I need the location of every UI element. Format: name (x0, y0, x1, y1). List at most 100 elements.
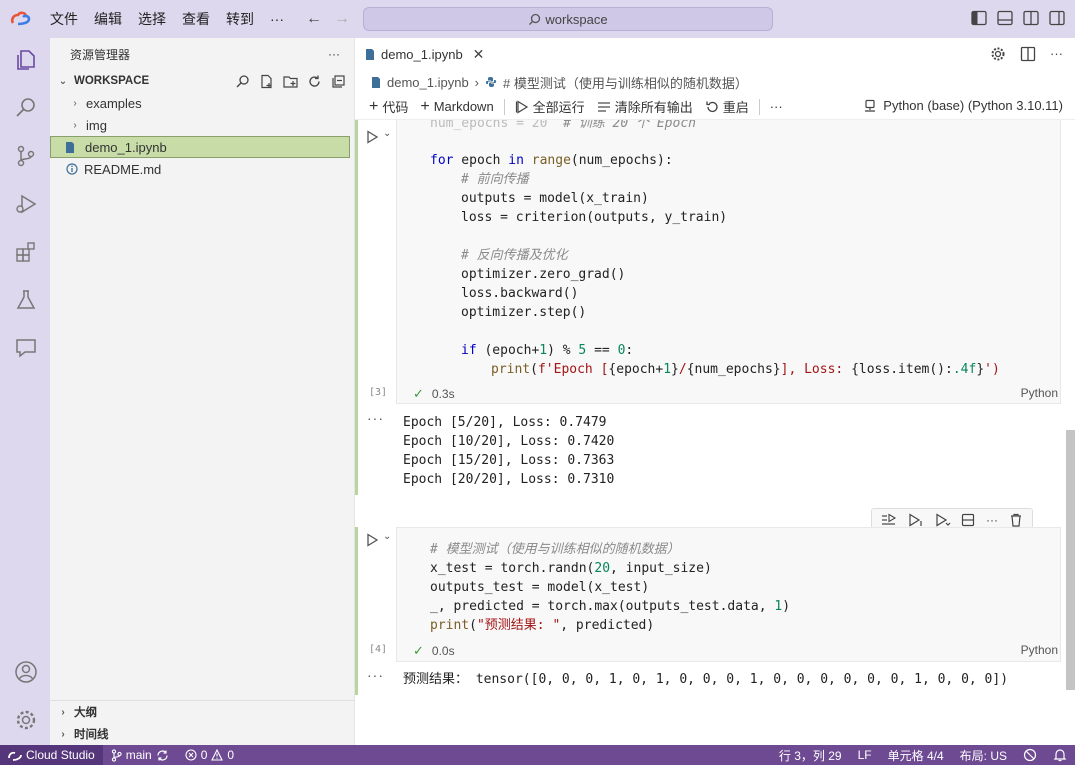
title-bar: 文件 编辑 选择 查看 转到 ··· ← → workspace (0, 0, 1075, 38)
toolbar-more-button[interactable]: ··· (764, 99, 789, 114)
output-more-button[interactable]: ··· (367, 667, 384, 683)
branch-indicator[interactable]: main (103, 748, 177, 762)
problems-indicator[interactable]: 0 0 (177, 748, 242, 762)
toolbar-more-label: ··· (769, 99, 783, 114)
notifications-bell-icon[interactable] (1045, 748, 1075, 762)
add-code-cell-button[interactable]: + 代码 (363, 97, 414, 116)
menu-go[interactable]: 转到 (218, 0, 262, 38)
output-line: 预测结果： tensor([0, 0, 0, 1, 0, 1, 0, 0, 0,… (403, 672, 1009, 687)
branch-name: main (125, 748, 152, 762)
tab-demo-notebook[interactable]: demo_1.ipynb ✕ (355, 38, 494, 70)
clear-outputs-button[interactable]: 清除所有输出 (591, 97, 699, 116)
explorer-more-button[interactable]: ··· (328, 47, 340, 61)
toolbar-divider (758, 98, 760, 115)
output-more-button[interactable]: ··· (367, 410, 384, 426)
new-folder-icon[interactable] (282, 73, 298, 89)
workspace-section-header[interactable]: ⌄ WORKSPACE (50, 70, 354, 92)
plus-icon: + (369, 97, 379, 115)
run-cell-icon[interactable] (365, 130, 379, 144)
run-cell-below-icon[interactable] (935, 513, 951, 527)
new-file-icon[interactable] (258, 73, 274, 89)
more-actions-button[interactable]: ··· (1050, 46, 1063, 62)
command-center-search[interactable]: workspace (363, 7, 773, 31)
split-cell-icon[interactable] (961, 513, 975, 527)
chat-icon[interactable] (12, 334, 40, 362)
tree-item-demo-notebook[interactable]: demo_1.ipynb (50, 136, 350, 158)
outline-label: 大纲 (74, 707, 97, 719)
remote-indicator[interactable]: Cloud Studio (0, 745, 103, 765)
run-cell-icon[interactable] (365, 533, 379, 547)
add-markdown-cell-button[interactable]: + Markdown (414, 98, 499, 116)
explorer-header: 资源管理器 ··· (50, 38, 354, 70)
menu-more[interactable]: ··· (262, 0, 292, 38)
cell-more-button[interactable]: ··· (986, 513, 998, 527)
breadcrumb-file[interactable]: demo_1.ipynb (387, 75, 469, 90)
kernel-label: Python (base) (Python 3.10.11) (883, 98, 1063, 113)
refresh-icon[interactable] (306, 73, 322, 89)
toggle-secondary-sidebar-icon[interactable] (1023, 10, 1039, 26)
copilot-icon[interactable] (1015, 748, 1045, 762)
cell-focus-indicator (355, 120, 358, 410)
search-view-icon[interactable] (12, 94, 40, 122)
settings-gear-icon[interactable] (12, 706, 40, 734)
search-files-icon[interactable] (234, 73, 250, 89)
forward-arrow-icon[interactable]: → (334, 10, 350, 28)
check-icon: ✓ (413, 386, 424, 401)
restart-button[interactable]: 重启 (699, 97, 755, 116)
tree-item-readme[interactable]: README.md (50, 158, 354, 180)
vertical-scrollbar[interactable] (1066, 430, 1075, 690)
customize-layout-icon[interactable] (1049, 10, 1065, 26)
split-editor-icon[interactable] (1020, 46, 1036, 62)
outline-section-header[interactable]: › 大纲 (50, 701, 354, 723)
tab-label: demo_1.ipynb (381, 46, 463, 62)
run-debug-icon[interactable] (12, 190, 40, 218)
settings-gear-icon[interactable] (990, 46, 1006, 62)
cursor-position[interactable]: 行 3，列 29 (771, 747, 850, 764)
error-icon (185, 749, 197, 761)
menu-bar: 文件 编辑 选择 查看 转到 ··· (42, 0, 292, 38)
kernel-picker[interactable]: Python (base) (Python 3.10.11) (863, 98, 1063, 113)
run-all-button[interactable]: 全部运行 (509, 97, 591, 116)
execute-above-icon[interactable] (881, 513, 897, 527)
tree-item-examples[interactable]: › examples (50, 92, 354, 114)
source-control-icon[interactable] (12, 142, 40, 170)
tree-item-label: examples (86, 95, 142, 111)
restart-icon (706, 101, 718, 112)
timeline-section-header[interactable]: › 时间线 (50, 723, 354, 745)
run-all-icon (515, 99, 528, 114)
collapse-all-icon[interactable] (330, 73, 346, 89)
cell-indicator[interactable]: 单元格 4/4 (880, 747, 952, 764)
cell-language[interactable]: Python (1021, 643, 1058, 657)
warning-icon (211, 749, 224, 761)
layout-controls (971, 10, 1065, 26)
chevron-down-icon[interactable]: ⌄ (383, 531, 391, 542)
delete-cell-icon[interactable] (1009, 513, 1023, 527)
chevron-right-icon: › (61, 706, 65, 718)
run-cell-and-below-icon[interactable] (908, 513, 924, 527)
close-icon[interactable]: ✕ (473, 46, 485, 63)
testing-flask-icon[interactable] (12, 286, 40, 314)
explorer-icon[interactable] (12, 46, 40, 74)
account-icon[interactable] (12, 658, 40, 686)
toggle-primary-sidebar-icon[interactable] (971, 10, 987, 26)
check-icon: ✓ (413, 643, 424, 658)
keyboard-layout[interactable]: 布局: US (952, 747, 1015, 764)
menu-view[interactable]: 查看 (174, 0, 218, 38)
chevron-right-icon: › (474, 74, 480, 90)
menu-selection[interactable]: 选择 (130, 0, 174, 38)
cell-language[interactable]: Python (1021, 386, 1058, 400)
menu-file[interactable]: 文件 (42, 0, 86, 38)
toggle-panel-icon[interactable] (997, 10, 1013, 26)
chevron-down-icon[interactable]: ⌄ (383, 128, 391, 139)
line-ending[interactable]: LF (850, 748, 880, 762)
breadcrumb-section[interactable]: # 模型测试（使用与训练相似的随机数据） (503, 73, 748, 92)
tree-item-label: img (86, 117, 107, 133)
back-arrow-icon[interactable]: ← (306, 10, 322, 28)
menu-edit[interactable]: 编辑 (86, 0, 130, 38)
warning-count: 0 (227, 748, 235, 762)
extensions-icon[interactable] (12, 238, 40, 266)
sync-icon[interactable] (156, 749, 169, 762)
tree-item-img[interactable]: › img (50, 114, 354, 136)
notebook-file-icon (372, 76, 380, 88)
execution-time: 0.0s (431, 644, 455, 658)
